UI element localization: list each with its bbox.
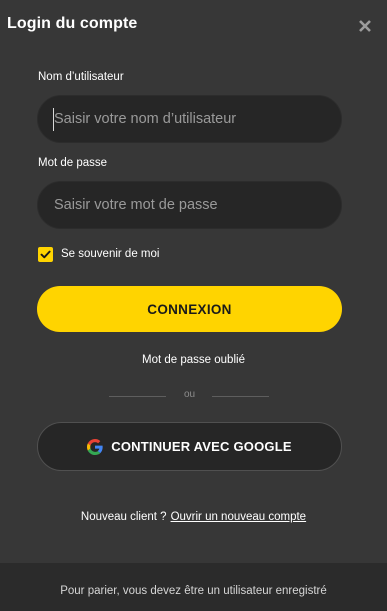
google-icon: [87, 438, 103, 455]
password-label: Mot de passe: [38, 157, 108, 169]
remember-me-checkbox[interactable]: [38, 246, 53, 262]
remember-me-label: Se souvenir de moi: [61, 248, 160, 260]
divider-text: ou: [183, 389, 196, 400]
remember-me-toggle[interactable]: Se souvenir de moi: [38, 246, 159, 262]
footer-bar: Pour parier, vous devez être un utilisat…: [0, 563, 387, 611]
signup-prompt: Nouveau client ?: [80, 511, 167, 523]
username-input[interactable]: [37, 95, 342, 143]
text-cursor: [53, 108, 54, 131]
close-icon[interactable]: [356, 16, 376, 36]
footer-text: Pour parier, vous devez être un utilisat…: [60, 585, 327, 597]
login-modal: Login du compte Nom d’utilisateur Mot de…: [0, 0, 387, 563]
check-icon: [40, 250, 51, 258]
username-label: Nom d’utilisateur: [38, 71, 124, 83]
divider-line-right: [212, 396, 269, 397]
forgot-password-link[interactable]: Mot de passe oublié: [0, 354, 387, 366]
google-login-button[interactable]: CONTINUER AVEC GOOGLE: [37, 422, 342, 471]
signup-row: Nouveau client ? Ouvrir un nouveau compte: [0, 511, 387, 523]
login-button[interactable]: CONNEXION: [37, 286, 342, 332]
google-button-label: CONTINUER AVEC GOOGLE: [111, 439, 292, 454]
modal-title: Login du compte: [7, 15, 138, 32]
password-input[interactable]: [37, 181, 342, 229]
signup-link[interactable]: Ouvrir un nouveau compte: [171, 511, 307, 523]
